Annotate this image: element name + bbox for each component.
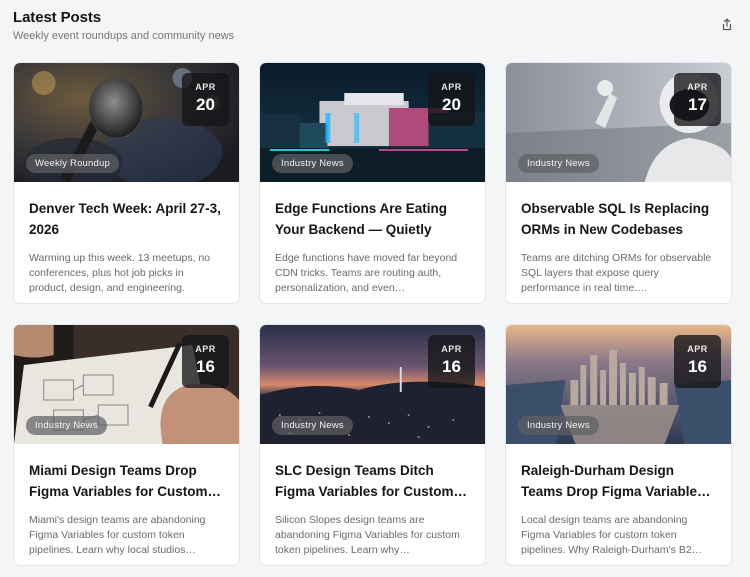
post-excerpt: Edge functions have moved far beyond CDN… bbox=[275, 252, 458, 294]
date-badge: APR 16 bbox=[674, 335, 721, 388]
post-title[interactable]: Observable SQL Is Replacing ORMs in New … bbox=[521, 198, 716, 240]
category-tag: Industry News bbox=[272, 154, 353, 173]
page-header: Latest Posts Weekly event roundups and c… bbox=[13, 9, 737, 45]
post-excerpt: Local design teams are abandoning Figma … bbox=[521, 514, 703, 556]
category-tag: Industry News bbox=[518, 154, 599, 173]
post-title[interactable]: Denver Tech Week: April 27-3, 2026 bbox=[29, 198, 224, 240]
post-card[interactable]: APR 20 Weekly Roundup Denver Tech Week: … bbox=[13, 62, 240, 304]
post-image: APR 16 Industry News bbox=[506, 325, 731, 444]
post-excerpt: Miami's design teams are abandoning Figm… bbox=[29, 514, 206, 556]
date-badge: APR 17 bbox=[674, 73, 721, 126]
post-title[interactable]: Raleigh-Durham Design Teams Drop Figma V… bbox=[521, 460, 716, 502]
post-image: APR 20 Industry News bbox=[260, 63, 485, 182]
category-tag: Weekly Roundup bbox=[26, 154, 119, 173]
date-badge: APR 20 bbox=[428, 73, 475, 126]
category-tag: Industry News bbox=[518, 416, 599, 435]
post-card[interactable]: APR 16 Industry News SLC Design Teams Di… bbox=[259, 324, 486, 566]
post-card[interactable]: APR 16 Industry News Raleigh-Durham Desi… bbox=[505, 324, 732, 566]
post-excerpt: Teams are ditching ORMs for observable S… bbox=[521, 252, 712, 294]
category-tag: Industry News bbox=[272, 416, 353, 435]
page-subtitle: Weekly event roundups and community news bbox=[13, 30, 235, 42]
post-excerpt: Warming up this week. 13 meetups, no con… bbox=[29, 252, 211, 294]
post-image: APR 16 Industry News bbox=[260, 325, 485, 444]
post-image: APR 17 Industry News bbox=[506, 63, 731, 182]
date-badge: APR 16 bbox=[182, 335, 229, 388]
category-tag: Industry News bbox=[26, 416, 107, 435]
post-card[interactable]: APR 20 Industry News Edge Functions Are … bbox=[259, 62, 486, 304]
post-card[interactable]: APR 17 Industry News Observable SQL Is R… bbox=[505, 62, 732, 304]
page-title: Latest Posts bbox=[13, 9, 101, 26]
date-badge: APR 16 bbox=[428, 335, 475, 388]
post-excerpt: Silicon Slopes design teams are abandoni… bbox=[275, 514, 460, 556]
post-title[interactable]: Edge Functions Are Eating Your Backend —… bbox=[275, 198, 470, 240]
post-title[interactable]: SLC Design Teams Ditch Figma Variables f… bbox=[275, 460, 470, 502]
share-icon[interactable] bbox=[720, 17, 734, 31]
posts-grid: APR 20 Weekly Roundup Denver Tech Week: … bbox=[13, 62, 732, 566]
post-card[interactable]: APR 16 Industry News Miami Design Teams … bbox=[13, 324, 240, 566]
date-badge: APR 20 bbox=[182, 73, 229, 126]
post-title[interactable]: Miami Design Teams Drop Figma Variables … bbox=[29, 460, 224, 502]
post-image: APR 20 Weekly Roundup bbox=[14, 63, 239, 182]
post-image: APR 16 Industry News bbox=[14, 325, 239, 444]
